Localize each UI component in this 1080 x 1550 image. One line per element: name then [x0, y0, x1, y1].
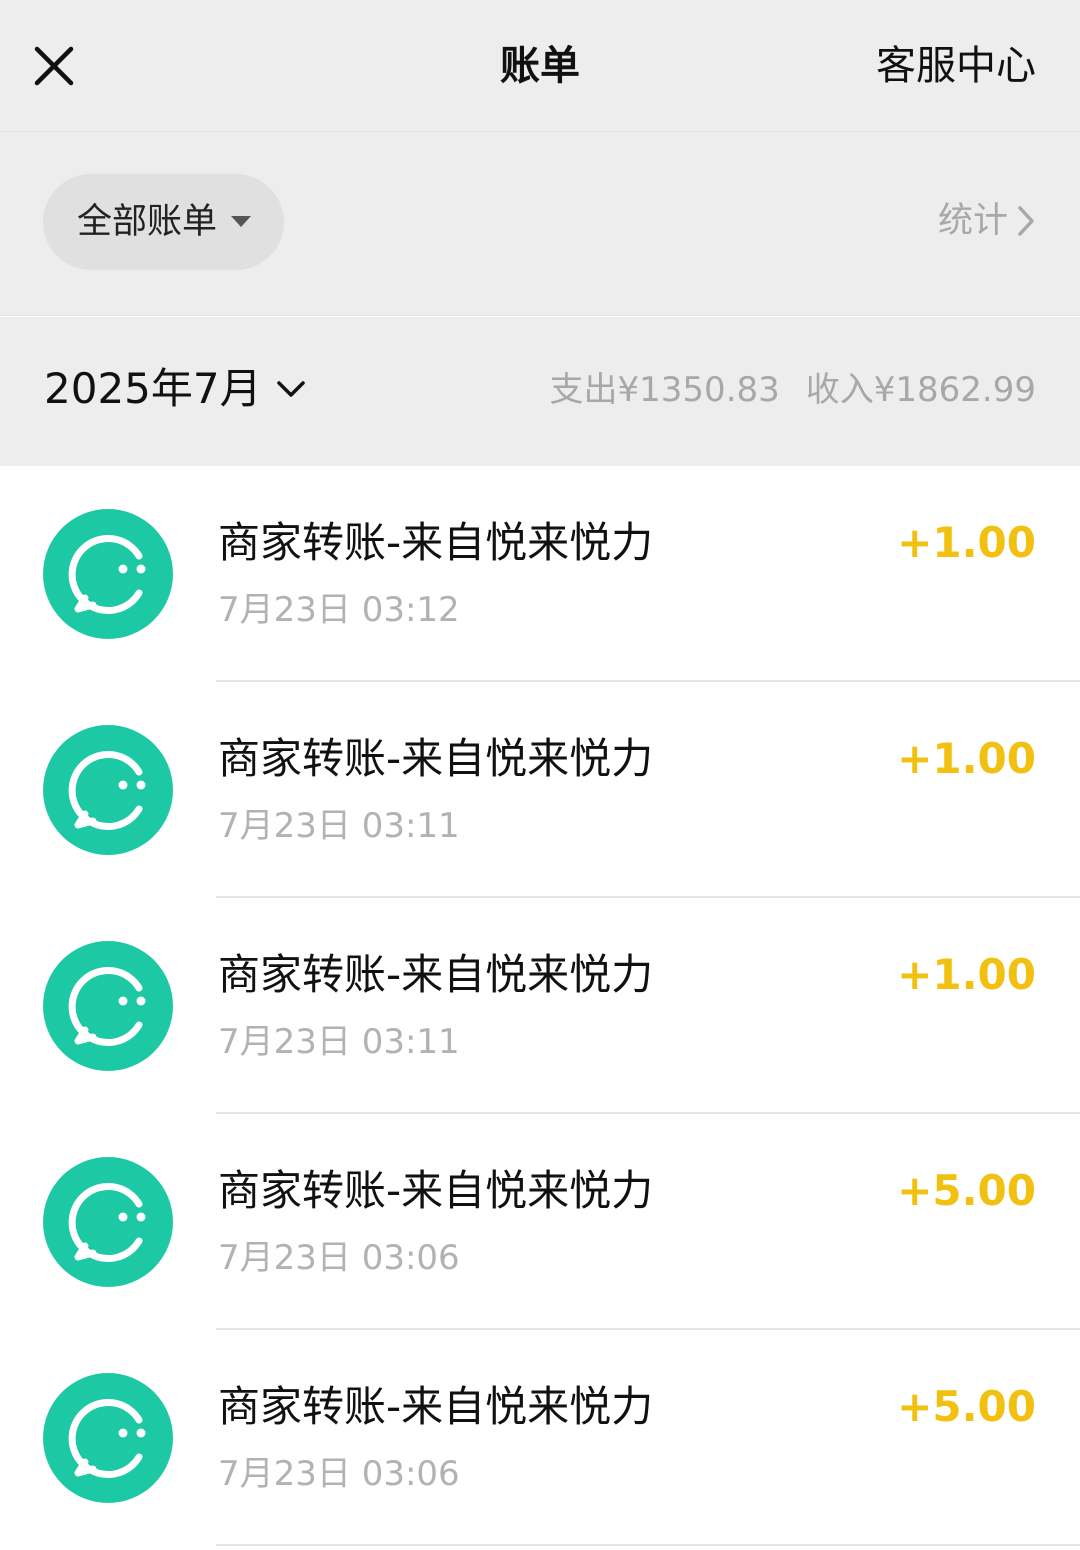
transaction-row[interactable]: 商家转账-来自悦来悦力 7月23日 03:11 +1.00 — [0, 898, 1080, 1114]
bill-type-label: 全部账单 — [77, 202, 218, 242]
bill-type-dropdown[interactable]: 全部账单 — [43, 174, 284, 270]
smile-chat-icon — [43, 1157, 173, 1287]
filter-bar: 全部账单 统计 — [0, 132, 1080, 316]
transaction-title: 商家转账-来自悦来悦力 — [218, 734, 654, 783]
month-summary-bar: 2025年7月 支出¥1350.83 收入¥1862.99 — [0, 317, 1080, 466]
transaction-row[interactable]: 商家转账-来自悦来悦力 7月23日 03:12 +1.00 — [0, 466, 1080, 682]
smile-chat-icon — [43, 941, 173, 1071]
transaction-row[interactable]: 商家转账-来自悦来悦力 7月23日 03:06 +5.00 — [0, 1114, 1080, 1330]
transaction-time: 7月23日 03:06 — [218, 1238, 460, 1278]
customer-service-link[interactable]: 客服中心 — [876, 38, 1036, 94]
close-button[interactable] — [24, 36, 84, 96]
transaction-row[interactable]: 商家转账-来自悦来悦力 7月23日 03:11 +1.00 — [0, 682, 1080, 898]
caret-down-icon — [231, 216, 252, 228]
transaction-amount: +1.00 — [897, 734, 1036, 783]
chevron-right-icon — [1016, 204, 1036, 238]
statistics-link[interactable]: 统计 — [938, 198, 1036, 244]
transaction-amount: +1.00 — [897, 518, 1036, 567]
transaction-time: 7月23日 03:12 — [218, 590, 460, 630]
transaction-amount: +5.00 — [897, 1382, 1036, 1431]
transaction-time: 7月23日 03:11 — [218, 1022, 460, 1062]
smile-chat-icon — [43, 725, 173, 855]
page-title: 账单 — [500, 43, 580, 89]
transaction-list: 商家转账-来自悦来悦力 7月23日 03:12 +1.00 商家转账-来自悦来悦… — [0, 466, 1080, 1546]
row-divider — [216, 1544, 1080, 1546]
transaction-amount: +5.00 — [897, 1166, 1036, 1215]
smile-chat-icon — [43, 509, 173, 639]
bill-page: 账单 客服中心 全部账单 统计 2025年7月 支出¥1350.83 收入¥18… — [0, 0, 1080, 1550]
month-selector[interactable]: 2025年7月 — [44, 361, 306, 417]
transaction-row[interactable]: 商家转账-来自悦来悦力 7月23日 03:06 +5.00 — [0, 1330, 1080, 1546]
statistics-label: 统计 — [937, 201, 1008, 241]
income-total: 收入¥1862.99 — [805, 370, 1036, 410]
close-icon — [34, 46, 74, 86]
transaction-time: 7月23日 03:06 — [218, 1454, 460, 1494]
transaction-amount: +1.00 — [897, 950, 1036, 999]
top-bar: 账单 客服中心 — [0, 0, 1080, 132]
expense-total: 支出¥1350.83 — [549, 370, 780, 410]
month-label: 2025年7月 — [44, 364, 262, 413]
transaction-title: 商家转账-来自悦来悦力 — [218, 1166, 654, 1215]
transaction-title: 商家转账-来自悦来悦力 — [218, 950, 654, 999]
transaction-time: 7月23日 03:11 — [218, 806, 460, 846]
smile-chat-icon — [43, 1373, 173, 1503]
transaction-title: 商家转账-来自悦来悦力 — [218, 518, 654, 567]
chevron-down-icon — [276, 379, 306, 399]
transaction-title: 商家转账-来自悦来悦力 — [218, 1382, 654, 1431]
month-totals: 支出¥1350.83 收入¥1862.99 — [550, 367, 1036, 413]
